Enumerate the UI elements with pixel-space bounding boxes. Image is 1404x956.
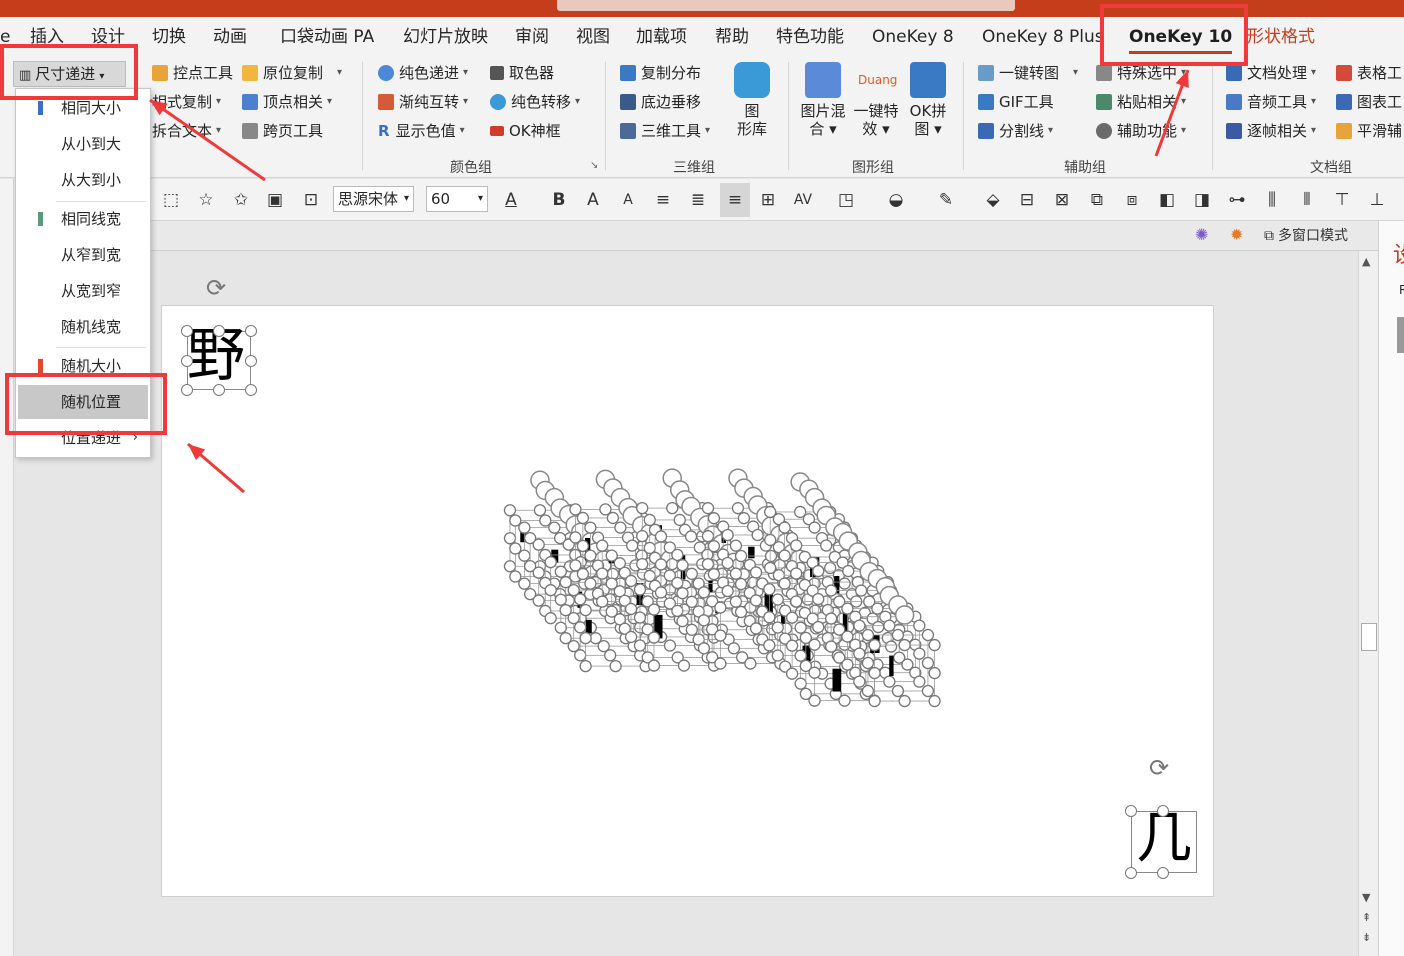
arrow-to-onekey10-head [1175, 70, 1189, 88]
arrow-to-size-button-shaft [149, 98, 266, 182]
arrow-to-size-button-head [150, 100, 168, 116]
annotation-arrows [149, 69, 1190, 494]
